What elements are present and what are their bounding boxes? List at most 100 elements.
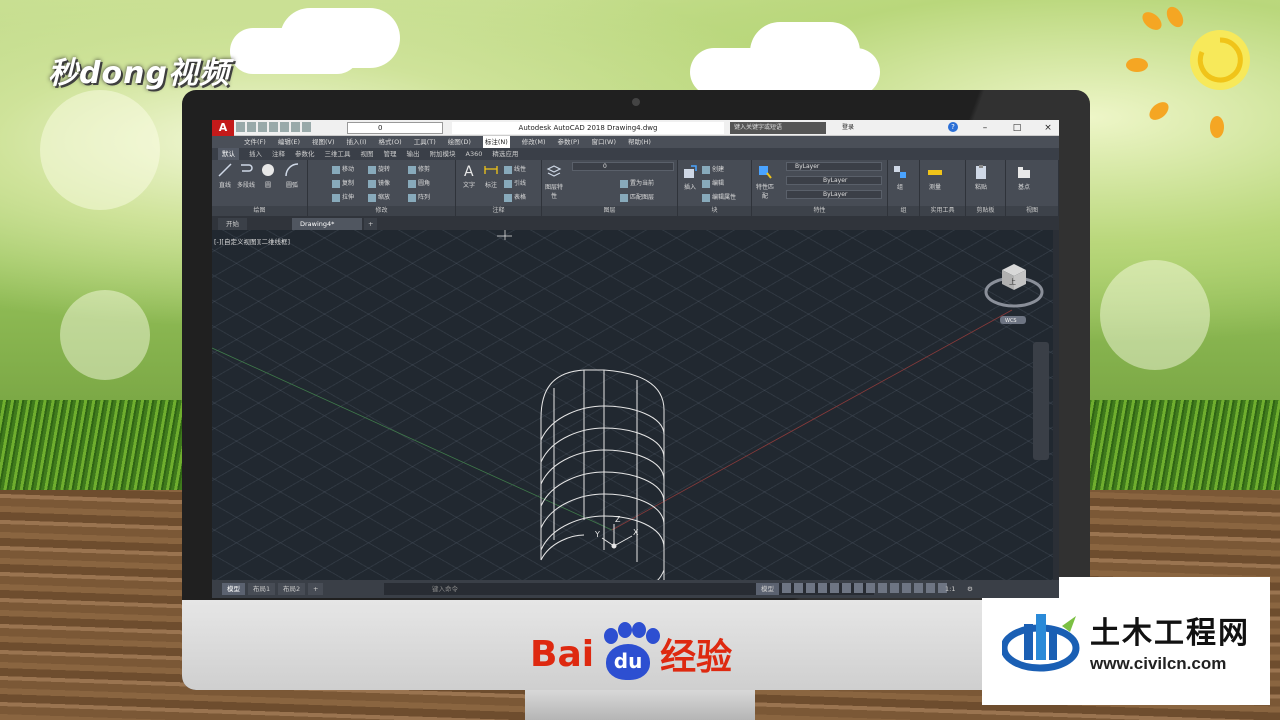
menu-format[interactable]: 格式(O) xyxy=(379,136,402,148)
quick-layer-dropdown[interactable]: 0 xyxy=(347,122,443,134)
tab-output[interactable]: 输出 xyxy=(407,148,420,160)
insert-block-tool[interactable]: 插入 xyxy=(680,164,700,191)
tab-drawing4[interactable]: Drawing4* xyxy=(292,218,362,230)
match-layer-tool[interactable]: 匹配图层 xyxy=(620,192,654,202)
save-icon[interactable] xyxy=(258,122,267,132)
tab-layout2[interactable]: 布局2 xyxy=(278,583,306,595)
match-properties-tool[interactable]: 特性匹配 xyxy=(754,164,776,200)
array-tool[interactable]: 阵列 xyxy=(408,192,430,202)
tab-default[interactable]: 默认 xyxy=(218,148,239,160)
scale-tool[interactable]: 缩放 xyxy=(368,192,390,202)
copy-tool[interactable]: 复制 xyxy=(332,178,354,188)
dimension-tool[interactable]: 标注 xyxy=(480,162,502,189)
menu-edit[interactable]: 编辑(E) xyxy=(278,136,300,148)
help-icon[interactable]: ? xyxy=(948,122,958,132)
menu-file[interactable]: 文件(F) xyxy=(244,136,266,148)
panel-label-properties[interactable]: 特性 xyxy=(752,206,887,216)
layer-properties-tool[interactable]: 图层特性 xyxy=(544,164,564,200)
edit-block-tool[interactable]: 编辑 xyxy=(702,178,724,188)
model-space-toggle[interactable]: 模型 xyxy=(756,583,779,595)
panel-label-annotation[interactable]: 注释 xyxy=(456,206,541,216)
app-menu-button[interactable]: A xyxy=(212,120,234,136)
selection-cycling-icon[interactable] xyxy=(878,583,887,593)
lineweight-dropdown[interactable]: ByLayer xyxy=(786,190,882,199)
tab-addins[interactable]: 附加模块 xyxy=(430,148,456,160)
tab-manage[interactable]: 管理 xyxy=(384,148,397,160)
menu-view[interactable]: 视图(V) xyxy=(312,136,335,148)
menu-modify[interactable]: 修改(M) xyxy=(522,136,546,148)
tab-3d-tools[interactable]: 三维工具 xyxy=(325,148,351,160)
panel-label-groups[interactable]: 组 xyxy=(888,206,919,216)
login-button[interactable]: 登录 xyxy=(842,122,854,134)
polyline-tool[interactable]: 多段线 xyxy=(234,162,258,189)
navigation-bar[interactable] xyxy=(1033,342,1049,460)
menu-parametric[interactable]: 参数(P) xyxy=(557,136,579,148)
make-current-tool[interactable]: 置为当前 xyxy=(620,178,654,188)
add-layout-button[interactable]: + xyxy=(308,583,324,595)
edit-attributes-tool[interactable]: 编辑属性 xyxy=(702,192,736,202)
otrack-toggle-icon[interactable] xyxy=(842,583,851,593)
menu-dimension[interactable]: 标注(N) xyxy=(482,136,510,148)
panel-label-modify[interactable]: 修改 xyxy=(308,206,455,216)
mirror-tool[interactable]: 镜像 xyxy=(368,178,390,188)
create-block-tool[interactable]: 创建 xyxy=(702,164,724,174)
undo-icon[interactable] xyxy=(291,122,300,132)
group-tool[interactable]: 组 xyxy=(890,164,910,191)
linetype-dropdown[interactable]: ByLayer xyxy=(786,176,882,185)
lineweight-toggle-icon[interactable] xyxy=(854,583,863,593)
viewcube[interactable]: 上 WCS xyxy=(984,264,1044,324)
menu-tools[interactable]: 工具(T) xyxy=(414,136,436,148)
arc-tool[interactable]: 圆弧 xyxy=(282,162,302,189)
measure-tool[interactable]: 测量 xyxy=(924,164,946,191)
tab-annotate[interactable]: 注释 xyxy=(272,148,285,160)
panel-label-layers[interactable]: 图层 xyxy=(542,206,677,216)
layer-dropdown[interactable]: 0 xyxy=(572,162,674,171)
menu-window[interactable]: 窗口(W) xyxy=(591,136,616,148)
workspace-gear-icon[interactable]: ⚙ xyxy=(962,583,978,595)
close-button[interactable]: × xyxy=(1037,120,1059,136)
annotation-scale[interactable]: 1:1 xyxy=(940,583,960,595)
selection-filter-icon[interactable] xyxy=(914,583,923,593)
tab-view[interactable]: 视图 xyxy=(361,148,374,160)
search-input[interactable]: 键入关键字或短语 xyxy=(730,122,826,134)
new-tab-button[interactable]: + xyxy=(364,218,378,230)
transparency-toggle-icon[interactable] xyxy=(866,583,875,593)
panel-label-draw[interactable]: 绘图 xyxy=(212,206,307,216)
line-tool[interactable]: 直线 xyxy=(215,162,235,189)
polar-toggle-icon[interactable] xyxy=(818,583,827,593)
drawing-canvas[interactable]: Z X Y 上 WCS xyxy=(212,230,1053,580)
menu-help[interactable]: 帮助(H) xyxy=(628,136,651,148)
move-tool[interactable]: 移动 xyxy=(332,164,354,174)
text-tool[interactable]: A 文字 xyxy=(458,162,480,189)
viewport-controls[interactable]: [-][自定义视图][二维线框] xyxy=(214,236,290,246)
new-icon[interactable] xyxy=(236,122,245,132)
redo-icon[interactable] xyxy=(302,122,311,132)
tab-layout1[interactable]: 布局1 xyxy=(248,583,276,595)
circle-tool[interactable]: 圆 xyxy=(259,162,277,189)
menu-draw[interactable]: 绘图(D) xyxy=(448,136,471,148)
print-icon[interactable] xyxy=(280,122,289,132)
panel-label-block[interactable]: 块 xyxy=(678,206,751,216)
snap-toggle-icon[interactable] xyxy=(794,583,803,593)
osnap-toggle-icon[interactable] xyxy=(830,583,839,593)
grid-toggle-icon[interactable] xyxy=(782,583,791,593)
menu-insert[interactable]: 插入(I) xyxy=(347,136,367,148)
rotate-tool[interactable]: 旋转 xyxy=(368,164,390,174)
color-dropdown[interactable]: ByLayer xyxy=(786,162,882,171)
tab-model[interactable]: 模型 xyxy=(222,583,245,595)
leader-tool[interactable]: 引线 xyxy=(504,178,526,188)
tab-insert[interactable]: 插入 xyxy=(249,148,262,160)
save-as-icon[interactable] xyxy=(269,122,278,132)
dynamic-ucs-icon[interactable] xyxy=(902,583,911,593)
table-tool[interactable]: 表格 xyxy=(504,192,526,202)
base-view-tool[interactable]: 基点 xyxy=(1012,164,1036,191)
ortho-toggle-icon[interactable] xyxy=(806,583,815,593)
tab-a360[interactable]: A360 xyxy=(466,148,483,160)
tab-featured-apps[interactable]: 精选应用 xyxy=(492,148,518,160)
panel-label-utilities[interactable]: 实用工具 xyxy=(920,206,965,216)
fillet-tool[interactable]: 圆角 xyxy=(408,178,430,188)
maximize-button[interactable]: □ xyxy=(1006,120,1028,136)
linear-tool[interactable]: 线性 xyxy=(504,164,526,174)
gizmo-icon[interactable] xyxy=(926,583,935,593)
3d-osnap-icon[interactable] xyxy=(890,583,899,593)
